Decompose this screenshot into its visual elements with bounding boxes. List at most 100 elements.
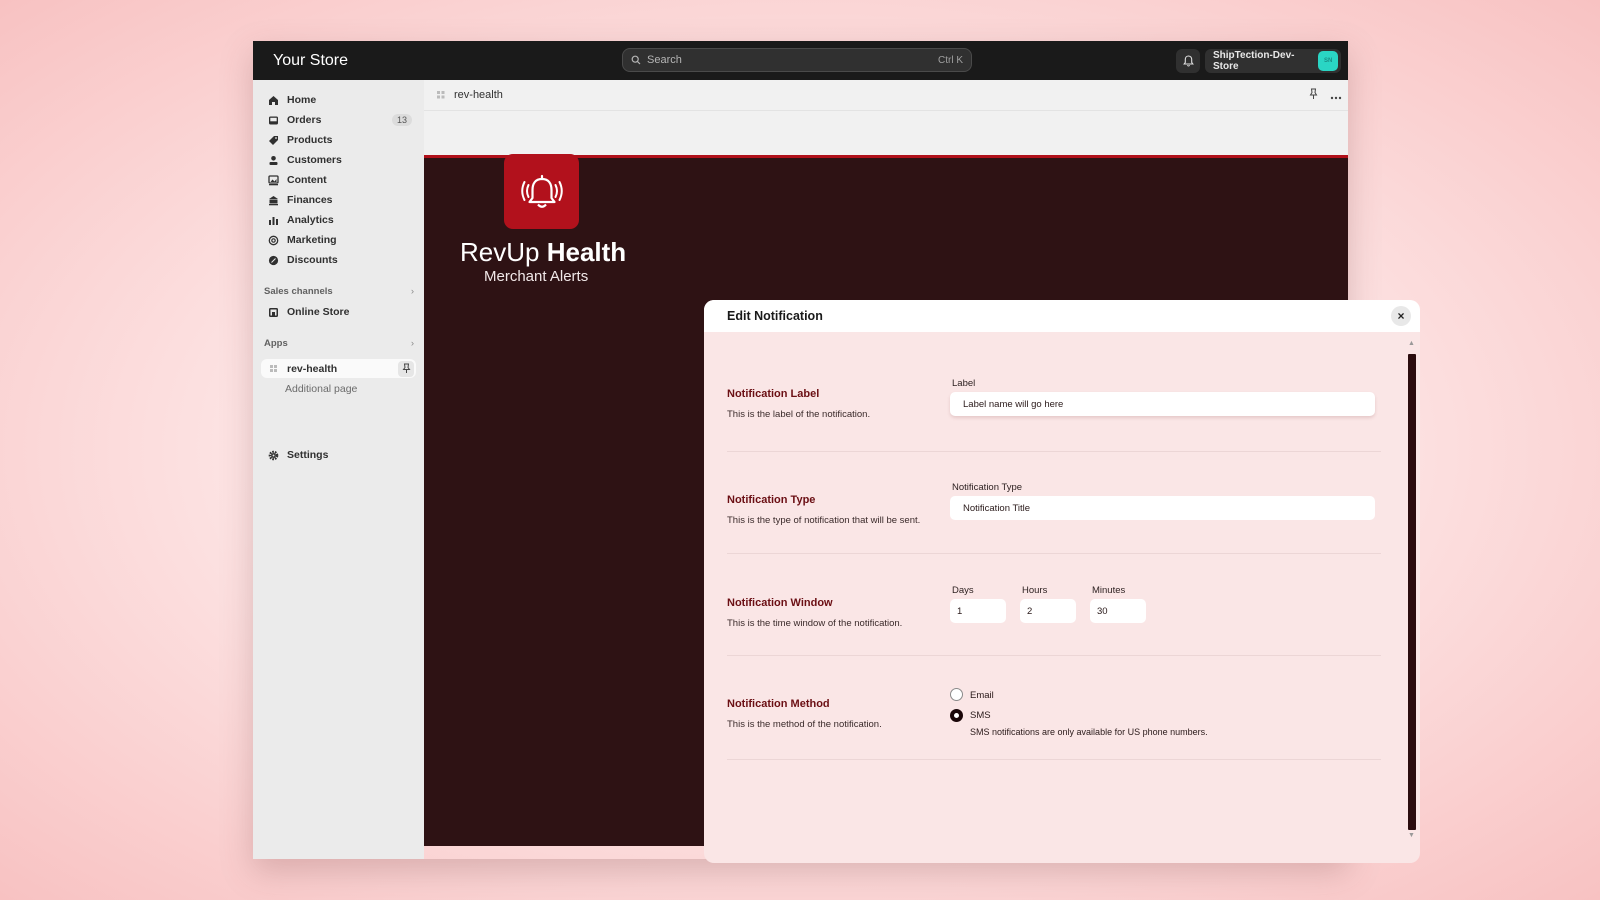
store-icon (267, 306, 279, 318)
days-input[interactable] (950, 599, 1006, 623)
label-input[interactable] (950, 392, 1375, 416)
apps-label: Apps (264, 338, 288, 349)
sidebar-item-finances[interactable]: Finances (261, 190, 416, 210)
sidebar-item-content[interactable]: Content (261, 170, 416, 190)
email-radio[interactable] (950, 688, 963, 701)
brand-title: RevUp Health (460, 237, 626, 268)
app-logo (504, 154, 579, 229)
bank-icon (267, 194, 279, 206)
scrollbar-thumb[interactable] (1408, 354, 1416, 830)
sidebar-item-discounts[interactable]: Discounts (261, 250, 416, 270)
hours-input[interactable] (1020, 599, 1076, 623)
section-divider (727, 655, 1381, 656)
sidebar-item-orders[interactable]: Orders 13 (261, 110, 416, 130)
sidebar-item-label: Customers (287, 154, 342, 166)
sidebar-item-analytics[interactable]: Analytics (261, 210, 416, 230)
bar-chart-icon (267, 214, 279, 226)
scroll-up-arrow-icon[interactable]: ▲ (1408, 340, 1415, 347)
pin-icon[interactable] (398, 360, 414, 377)
chevron-right-icon: › (410, 338, 414, 349)
home-icon (267, 94, 279, 106)
section-title: Notification Method (727, 698, 830, 710)
section-description: This is the type of notification that wi… (727, 515, 921, 526)
section-title: Notification Label (727, 388, 820, 400)
email-radio-label: Email (970, 690, 994, 701)
sidebar-item-label: Products (287, 134, 333, 146)
type-field-label: Notification Type (952, 482, 1023, 493)
sidebar-item-home[interactable]: Home (261, 90, 416, 110)
label-field-label: Label (952, 378, 976, 389)
minutes-label: Minutes (1092, 585, 1126, 596)
discount-icon (267, 254, 279, 266)
search-icon (631, 55, 641, 65)
minutes-input[interactable] (1090, 599, 1146, 623)
sidebar-item-label: rev-health (287, 362, 338, 375)
notifications-button[interactable] (1176, 49, 1200, 73)
chevron-right-icon: › (410, 286, 414, 297)
inbox-icon (267, 114, 279, 126)
store-switcher-label: ShipTection-Dev-Store (1213, 50, 1295, 72)
section-divider (727, 451, 1381, 452)
sms-radio[interactable] (950, 709, 963, 722)
more-options-icon[interactable] (1330, 89, 1342, 103)
app-window: Your Store Search Ctrl K ShipTection-Dev… (253, 41, 1420, 863)
sidebar-item-products[interactable]: Products (261, 130, 416, 150)
bell-icon (1182, 55, 1194, 67)
sms-help-text: SMS notifications are only available for… (970, 727, 1208, 737)
notification-type-input[interactable] (950, 496, 1375, 520)
sidebar-item-settings[interactable]: Settings (261, 445, 416, 465)
apps-header[interactable]: Apps › (264, 338, 414, 349)
gear-icon (267, 449, 279, 461)
person-icon (267, 154, 279, 166)
sales-channels-header[interactable]: Sales channels › (264, 286, 414, 297)
app-icon (267, 363, 279, 375)
avatar: SN (1318, 51, 1338, 71)
target-icon (267, 234, 279, 246)
breadcrumb-title: rev-health (454, 89, 503, 101)
days-label: Days (952, 585, 974, 596)
search-placeholder: Search (647, 54, 682, 66)
top-bar: Your Store Search Ctrl K ShipTection-Dev… (253, 41, 1348, 80)
main-content: rev-health RevUp Health Merchant Alerts (424, 80, 1420, 863)
brand-subtitle: Merchant Alerts (484, 268, 589, 285)
search-shortcut: Ctrl K (938, 54, 963, 66)
search-input[interactable]: Search Ctrl K (622, 48, 972, 72)
modal-header: Edit Notification × (704, 300, 1420, 332)
pin-icon[interactable] (1309, 88, 1318, 103)
app-header: rev-health (424, 80, 1348, 158)
section-description: This is the time window of the notificat… (727, 618, 903, 629)
sidebar-item-label: Marketing (287, 234, 337, 246)
ringing-bell-icon (520, 174, 563, 208)
sales-channels-label: Sales channels (264, 286, 333, 297)
scroll-down-arrow-icon[interactable]: ▼ (1408, 832, 1415, 839)
orders-count-badge: 13 (391, 114, 412, 126)
sidebar-item-online-store[interactable]: Online Store (261, 302, 416, 322)
sidebar-item-marketing[interactable]: Marketing (261, 230, 416, 250)
section-divider (727, 553, 1381, 554)
breadcrumb: rev-health (424, 80, 1348, 111)
sidebar-item-label: Discounts (287, 254, 338, 266)
edit-notification-modal: Edit Notification × ▲ ▼ Notification Lab… (704, 300, 1420, 863)
sidebar-item-label: Online Store (287, 306, 350, 318)
header-actions (1309, 88, 1342, 103)
sidebar-item-label: Analytics (287, 214, 334, 226)
sidebar-item-customers[interactable]: Customers (261, 150, 416, 170)
section-title: Notification Window (727, 597, 833, 609)
sidebar-item-rev-health[interactable]: rev-health (261, 359, 416, 378)
store-switcher-button[interactable]: ShipTection-Dev-Store SN (1205, 49, 1341, 73)
modal-scrollbar[interactable]: ▲ ▼ (1407, 340, 1417, 840)
hours-label: Hours (1022, 585, 1048, 596)
section-divider (727, 759, 1381, 760)
close-button[interactable]: × (1391, 306, 1411, 326)
brand-bold: Health (546, 237, 627, 267)
brand-light: RevUp (460, 237, 540, 267)
close-icon: × (1397, 309, 1405, 323)
sidebar: Home Orders 13 Products Customers Conten… (253, 80, 424, 859)
sidebar-subitem-additional-page[interactable]: Additional page (285, 383, 357, 395)
sidebar-item-label: Home (287, 94, 317, 106)
tag-icon (267, 134, 279, 146)
sidebar-item-label: Content (287, 174, 327, 186)
modal-title: Edit Notification (727, 309, 823, 323)
sidebar-item-label: Settings (287, 449, 329, 461)
sms-radio-label: SMS (970, 710, 991, 721)
